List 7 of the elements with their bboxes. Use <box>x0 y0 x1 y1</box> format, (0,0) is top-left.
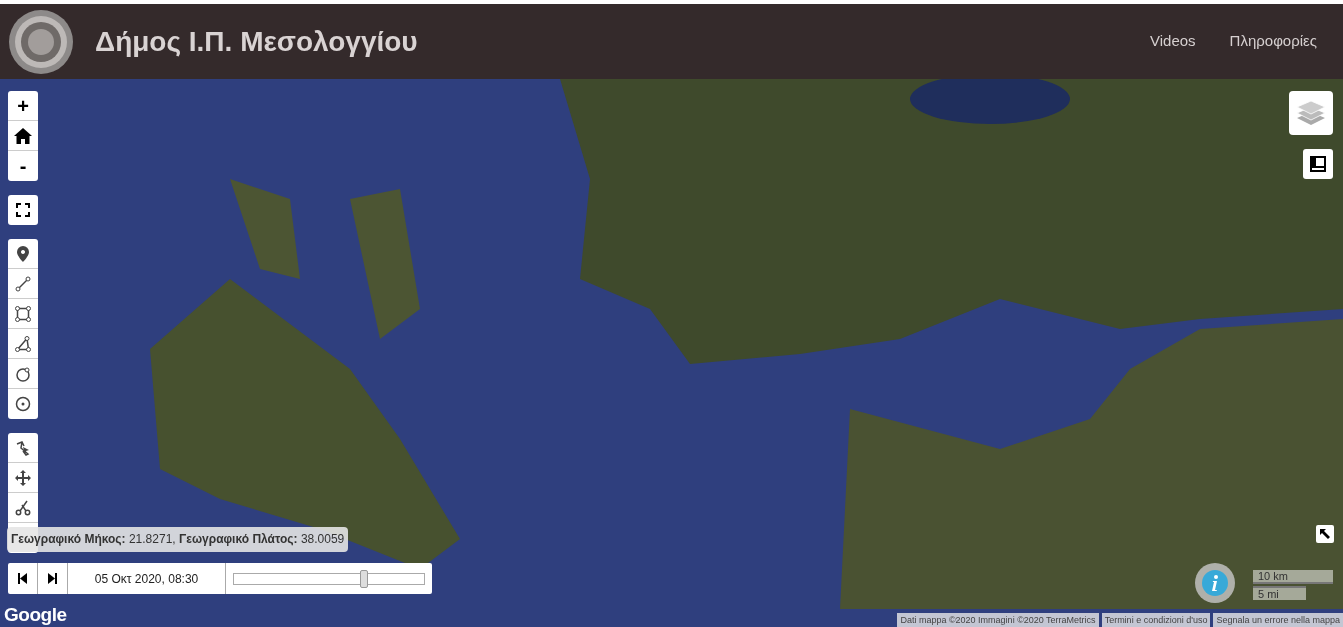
map-logo: Google <box>4 603 67 627</box>
timeline-date: 05 Οκτ 2020, 08:30 <box>68 563 226 594</box>
scale-bar: 10 km <box>1253 570 1333 584</box>
map-attribution: Dati mappa ©2020 Immagini ©2020 TerraMetrics <box>897 613 1099 627</box>
site-title: Δήμος Ι.Π. Μεσολογγίου <box>95 24 418 59</box>
scale-bar: 5 mi <box>1253 586 1306 600</box>
coordinates-readout: Γεωγραφικό Μήκος: 21.8271, Γεωγραφικό Πλάτος: 38.0059 <box>7 527 349 552</box>
